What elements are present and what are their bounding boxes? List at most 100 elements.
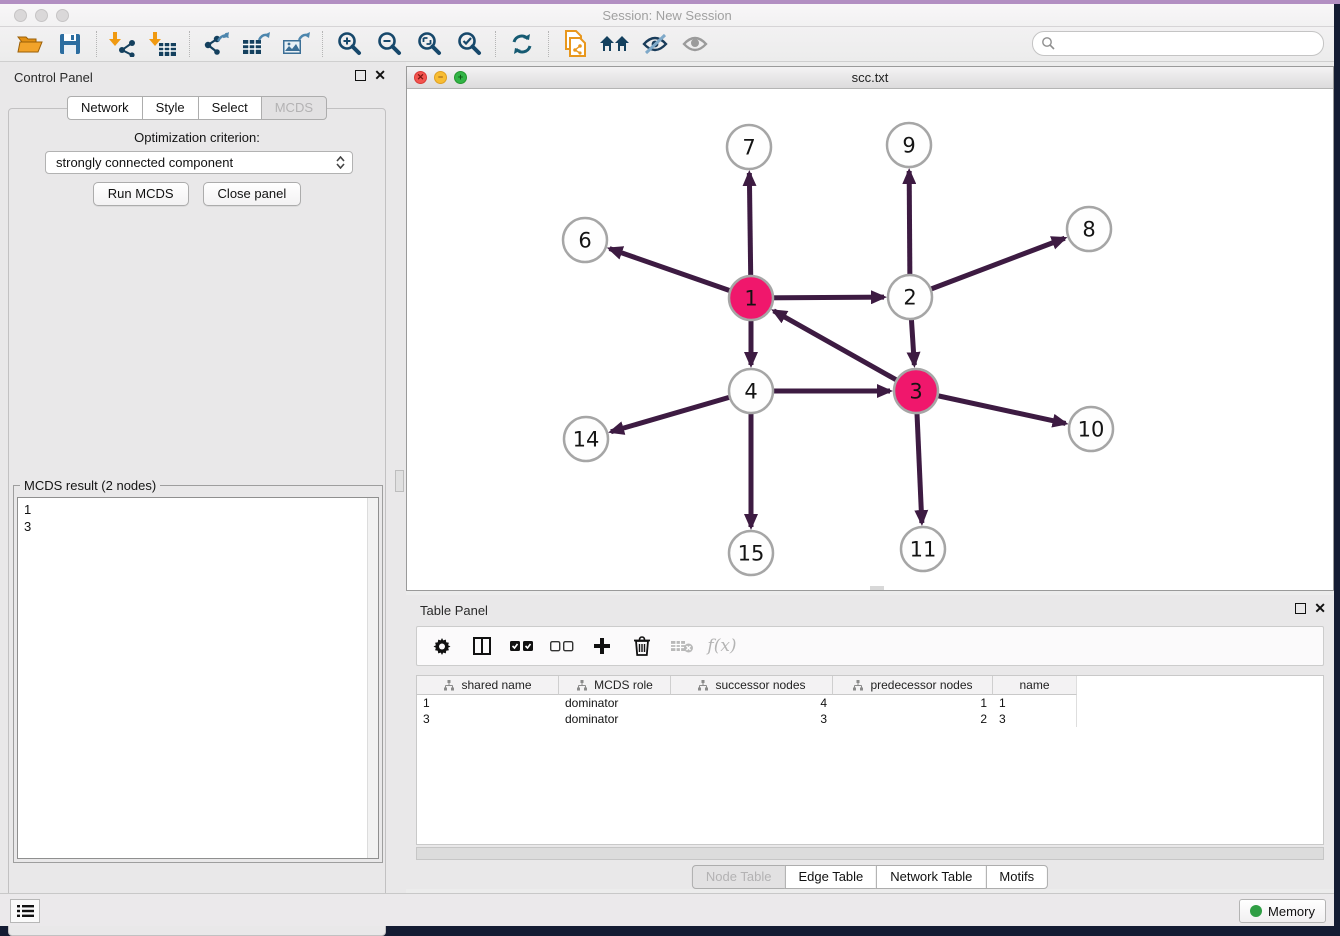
tab-style[interactable]: Style bbox=[142, 96, 199, 120]
table-row[interactable]: 3 dominator 3 2 3 bbox=[417, 711, 1323, 727]
column-header-mcds-role[interactable]: MCDS role bbox=[559, 676, 671, 695]
window-controls[interactable] bbox=[14, 9, 69, 22]
zoom-fit-button[interactable] bbox=[409, 29, 449, 59]
column-header-name[interactable]: name bbox=[993, 676, 1077, 695]
first-neighbors-icon bbox=[599, 32, 631, 56]
export-table-button[interactable] bbox=[236, 29, 276, 59]
tab-mcds[interactable]: MCDS bbox=[261, 96, 327, 120]
search-input[interactable] bbox=[1032, 31, 1324, 56]
close-panel-button[interactable]: Close panel bbox=[203, 182, 302, 206]
edge-2-8[interactable] bbox=[910, 238, 1065, 297]
toolbar-separator bbox=[96, 31, 97, 57]
deselect-all-button[interactable] bbox=[547, 631, 577, 661]
first-neighbors-button[interactable] bbox=[595, 29, 635, 59]
node-label-7: 7 bbox=[742, 135, 755, 159]
zoom-out-button[interactable] bbox=[369, 29, 409, 59]
task-history-button[interactable] bbox=[10, 899, 40, 923]
select-all-button[interactable] bbox=[507, 631, 537, 661]
cell-successor-nodes[interactable]: 3 bbox=[671, 711, 833, 727]
cell-name[interactable]: 3 bbox=[993, 711, 1077, 727]
column-header-successor-nodes[interactable]: successor nodes bbox=[671, 676, 833, 695]
function-builder-button[interactable]: f(x) bbox=[707, 631, 737, 661]
column-header-predecessor-nodes[interactable]: predecessor nodes bbox=[833, 676, 993, 695]
close-window-icon[interactable] bbox=[14, 9, 27, 22]
cell-mcds-role[interactable]: dominator bbox=[559, 711, 671, 727]
result-scrollbar[interactable] bbox=[367, 498, 378, 858]
dropdown-value: strongly connected component bbox=[46, 155, 332, 170]
tab-motifs[interactable]: Motifs bbox=[985, 865, 1048, 889]
deselect-all-icon bbox=[550, 640, 574, 652]
close-view-icon[interactable]: ✕ bbox=[414, 71, 427, 84]
chevron-up-down-icon bbox=[332, 156, 352, 169]
gear-button[interactable] bbox=[427, 631, 457, 661]
column-layout-button[interactable] bbox=[467, 631, 497, 661]
delete-button[interactable] bbox=[627, 631, 657, 661]
minimize-window-icon[interactable] bbox=[35, 9, 48, 22]
cell-shared-name[interactable]: 3 bbox=[417, 711, 559, 727]
refresh-button[interactable] bbox=[502, 29, 542, 59]
network-title: scc.txt bbox=[852, 70, 889, 85]
window-resize-grip[interactable] bbox=[870, 586, 884, 590]
maximize-view-icon[interactable]: + bbox=[454, 71, 467, 84]
window-title: Session: New Session bbox=[602, 8, 731, 23]
control-panel: Control Panel ✕ Network Style Select MCD… bbox=[0, 62, 394, 893]
cell-mcds-role[interactable]: dominator bbox=[559, 695, 671, 711]
tab-network-table[interactable]: Network Table bbox=[876, 865, 986, 889]
mcds-result-list[interactable]: 1 3 bbox=[17, 497, 379, 859]
hide-selected-button[interactable] bbox=[635, 29, 675, 59]
tab-network[interactable]: Network bbox=[67, 96, 143, 120]
panel-splitter[interactable] bbox=[394, 62, 406, 893]
export-image-button[interactable] bbox=[276, 29, 316, 59]
save-session-icon bbox=[58, 32, 82, 56]
save-session-button[interactable] bbox=[50, 29, 90, 59]
splitter-grip[interactable] bbox=[395, 470, 404, 492]
delete-table-button[interactable] bbox=[667, 631, 697, 661]
delete-icon bbox=[633, 636, 651, 656]
table-header-row: shared name MCDS role successor nodes pr… bbox=[417, 676, 1323, 695]
mcds-result-lines: 1 3 bbox=[18, 498, 378, 535]
import-table-button[interactable] bbox=[143, 29, 183, 59]
optimization-criterion-dropdown[interactable]: strongly connected component bbox=[45, 151, 353, 174]
add-button[interactable] bbox=[587, 631, 617, 661]
main-toolbar bbox=[0, 27, 1334, 62]
network-graph[interactable]: 7968124314101511 bbox=[407, 89, 1333, 590]
maximize-window-icon[interactable] bbox=[56, 9, 69, 22]
cell-shared-name[interactable]: 1 bbox=[417, 695, 559, 711]
edge-3-1[interactable] bbox=[774, 311, 916, 391]
column-header-shared-name[interactable]: shared name bbox=[417, 676, 559, 695]
tab-node-table[interactable]: Node Table bbox=[692, 865, 786, 889]
cell-predecessor-nodes[interactable]: 2 bbox=[833, 711, 993, 727]
horizontal-scrollbar[interactable] bbox=[416, 847, 1324, 860]
table-row[interactable]: 1 dominator 4 1 1 bbox=[417, 695, 1323, 711]
float-panel-icon[interactable] bbox=[355, 70, 366, 81]
memory-button[interactable]: Memory bbox=[1239, 899, 1326, 923]
close-table-panel-icon[interactable]: ✕ bbox=[1314, 603, 1326, 614]
column-type-icon bbox=[443, 680, 455, 691]
node-table[interactable]: shared name MCDS role successor nodes pr… bbox=[416, 675, 1324, 845]
refresh-icon bbox=[509, 31, 535, 57]
show-all-button[interactable] bbox=[675, 29, 715, 59]
control-panel-header: Control Panel ✕ bbox=[0, 62, 394, 92]
float-table-panel-icon[interactable] bbox=[1295, 603, 1306, 614]
close-panel-icon[interactable]: ✕ bbox=[374, 70, 386, 81]
cell-name[interactable]: 1 bbox=[993, 695, 1077, 711]
tab-edge-table[interactable]: Edge Table bbox=[784, 865, 877, 889]
tab-select[interactable]: Select bbox=[198, 96, 262, 120]
minimize-view-icon[interactable]: − bbox=[434, 71, 447, 84]
open-file-button[interactable] bbox=[10, 29, 50, 59]
cell-predecessor-nodes[interactable]: 1 bbox=[833, 695, 993, 711]
zoom-in-button[interactable] bbox=[329, 29, 369, 59]
duplicate-network-icon bbox=[562, 30, 588, 58]
select-all-icon bbox=[510, 640, 534, 652]
network-canvas[interactable]: 7968124314101511 bbox=[407, 89, 1333, 590]
export-network-button[interactable] bbox=[196, 29, 236, 59]
memory-status-icon bbox=[1250, 905, 1262, 917]
table-panel-title: Table Panel bbox=[420, 603, 488, 618]
zoom-out-icon bbox=[376, 31, 402, 57]
import-network-button[interactable] bbox=[103, 29, 143, 59]
network-window-titlebar[interactable]: ✕ − + scc.txt bbox=[407, 67, 1333, 89]
zoom-selected-button[interactable] bbox=[449, 29, 489, 59]
duplicate-network-button[interactable] bbox=[555, 29, 595, 59]
run-mcds-button[interactable]: Run MCDS bbox=[93, 182, 189, 206]
cell-successor-nodes[interactable]: 4 bbox=[671, 695, 833, 711]
